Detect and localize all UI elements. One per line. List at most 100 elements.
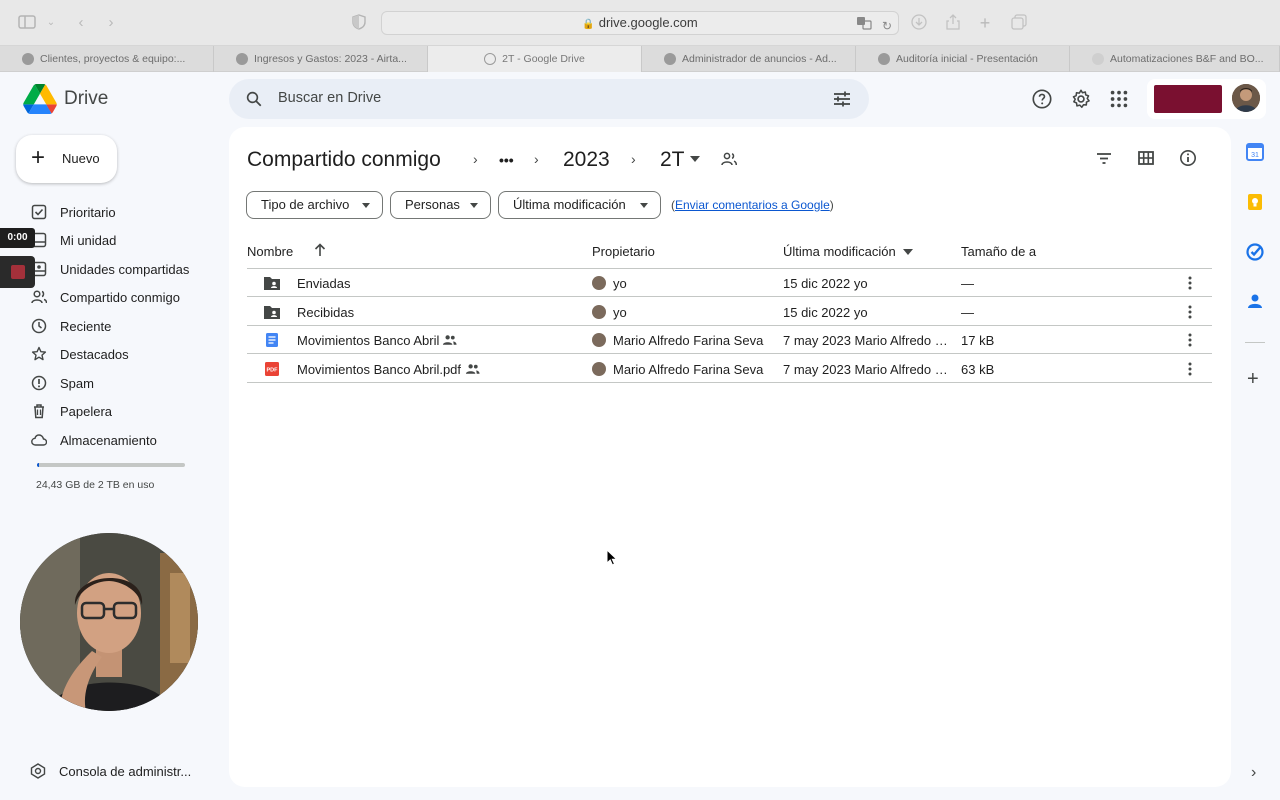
sidebar-item-my-drive[interactable]: Mi unidad <box>20 227 220 255</box>
search-bar[interactable]: Buscar en Drive <box>229 79 869 119</box>
column-header-modified[interactable]: Última modificación <box>783 244 896 259</box>
sidebar-item-shared-drives[interactable]: Unidades compartidas <box>20 256 220 284</box>
mouse-cursor-icon <box>606 549 618 566</box>
settings-gear-icon[interactable] <box>1070 88 1092 110</box>
sort-ascending-arrow-icon[interactable] <box>314 243 326 257</box>
search-options-icon[interactable] <box>833 91 851 107</box>
recording-stop-button[interactable] <box>0 256 35 288</box>
tab-title: Auditoría inicial - Presentación <box>896 53 1038 65</box>
grid-view-icon[interactable] <box>1137 149 1155 167</box>
table-row[interactable]: Enviadas yo 15 dic 2022 yo — <box>247 269 1212 297</box>
reload-icon[interactable]: ↻ <box>882 15 892 37</box>
column-header-owner[interactable]: Propietario <box>592 244 655 259</box>
cloud-icon <box>31 434 47 446</box>
file-name: Movimientos Banco Abril <box>297 333 440 348</box>
modified-filter[interactable]: Última modificación <box>498 191 661 219</box>
breadcrumb-current[interactable]: 2T <box>660 147 685 173</box>
more-actions-icon[interactable] <box>1184 361 1196 377</box>
owner-avatar <box>592 333 606 347</box>
share-icon[interactable] <box>944 14 962 32</box>
sidebar-item-spam[interactable]: Spam <box>20 370 220 398</box>
translate-icon[interactable] <box>856 15 872 37</box>
tab-overview-icon[interactable] <box>1010 14 1028 32</box>
sidebar-item-shared-with-me[interactable]: Compartido conmigo <box>20 284 220 312</box>
file-name: Enviadas <box>297 276 351 291</box>
browser-tab[interactable]: Administrador de anuncios - Ad... <box>642 46 856 72</box>
more-actions-icon[interactable] <box>1184 304 1196 320</box>
more-actions-icon[interactable] <box>1184 332 1196 348</box>
apps-grid-icon[interactable] <box>1108 88 1130 110</box>
filter-label: Última modificación <box>513 197 626 212</box>
table-row[interactable]: Movimientos Banco Abril Mario Alfredo Fa… <box>247 326 1212 354</box>
caret-down-icon <box>470 203 478 208</box>
contacts-icon[interactable] <box>1245 291 1265 311</box>
file-modified: 15 dic 2022 yo <box>783 305 868 320</box>
download-icon[interactable] <box>910 14 928 32</box>
column-header-size[interactable]: Tamaño de a <box>961 244 1036 259</box>
breadcrumb-more[interactable]: ••• <box>499 147 514 173</box>
airtable-icon <box>22 53 34 65</box>
help-icon[interactable] <box>1031 88 1053 110</box>
file-modified: 7 may 2023 Mario Alfredo F... <box>783 333 948 348</box>
new-button-label: Nuevo <box>62 151 100 166</box>
table-row[interactable]: Recibidas yo 15 dic 2022 yo — <box>247 298 1212 326</box>
owner-avatar <box>592 276 606 290</box>
lock-icon: 🔒 <box>582 19 595 30</box>
star-icon <box>31 346 47 361</box>
chevron-down-icon[interactable]: ⌄ <box>42 14 60 32</box>
back-icon[interactable]: ‹ <box>72 14 90 32</box>
search-icon[interactable] <box>245 90 263 108</box>
sidebar-item-priority[interactable]: Prioritario <box>20 199 220 227</box>
hide-side-panel-chevron-icon[interactable]: › <box>1251 764 1256 782</box>
sidebar-item-storage[interactable]: Almacenamiento <box>20 427 220 455</box>
svg-text:PDF: PDF <box>267 368 279 374</box>
tab-title: Ingresos y Gastos: 2023 - Airta... <box>254 53 407 65</box>
keep-icon[interactable] <box>1245 192 1265 212</box>
column-header-name[interactable]: Nombre <box>247 244 293 259</box>
get-addons-plus-icon[interactable]: + <box>1247 368 1259 391</box>
browser-tab[interactable]: Clientes, proyectos & equipo:... <box>0 46 214 72</box>
file-type-filter[interactable]: Tipo de archivo <box>246 191 383 219</box>
url-bar[interactable]: 🔒 drive.google.com ↻ <box>381 11 899 35</box>
new-tab-icon[interactable]: + <box>976 14 994 32</box>
browser-tab[interactable]: Ingresos y Gastos: 2023 - Airta... <box>214 46 428 72</box>
app-name[interactable]: Drive <box>64 88 108 110</box>
admin-console-link[interactable]: Consola de administr... <box>30 760 210 782</box>
folder-menu-caret-icon[interactable] <box>690 156 700 162</box>
shield-icon[interactable] <box>350 14 368 32</box>
sort-caret-down-icon[interactable] <box>903 249 913 255</box>
search-input[interactable]: Buscar en Drive <box>278 90 381 106</box>
browser-tab[interactable]: Auditoría inicial - Presentación <box>856 46 1070 72</box>
browser-tab-active[interactable]: 2T - Google Drive <box>428 46 642 72</box>
new-button[interactable]: + Nuevo <box>16 135 117 183</box>
tasks-icon[interactable] <box>1245 242 1265 262</box>
sidebar-item-starred[interactable]: Destacados <box>20 341 220 369</box>
more-actions-icon[interactable] <box>1184 275 1196 291</box>
breadcrumb-root[interactable]: Compartido conmigo <box>247 147 441 173</box>
file-owner: yo <box>613 305 627 320</box>
sidebar-toggle-icon[interactable] <box>18 14 36 32</box>
file-name: Movimientos Banco Abril.pdf <box>297 362 462 377</box>
spam-icon <box>31 375 47 391</box>
user-avatar[interactable] <box>1232 84 1260 112</box>
people-filter[interactable]: Personas <box>390 191 491 219</box>
forward-icon[interactable]: › <box>102 14 120 32</box>
info-icon[interactable] <box>1179 149 1197 167</box>
google-drive-logo[interactable] <box>23 84 57 114</box>
account-switcher[interactable] <box>1147 79 1266 119</box>
browser-tab[interactable]: Automatizaciones B&F and BO... <box>1070 46 1280 72</box>
breadcrumb-folder[interactable]: 2023 <box>563 147 610 173</box>
file-size: 63 kB <box>961 362 995 377</box>
sidebar-item-recent[interactable]: Reciente <box>20 313 220 341</box>
sidebar-item-label: Unidades compartidas <box>60 262 190 277</box>
filter-icon[interactable] <box>1095 149 1113 167</box>
send-feedback-link[interactable]: Enviar comentarios a Google <box>675 198 830 212</box>
sidebar-item-label: Reciente <box>60 319 112 334</box>
browser-toolbar: ⌄ ‹ › 🔒 drive.google.com ↻ + <box>0 0 1280 46</box>
plus-icon: + <box>31 144 46 171</box>
sidebar-item-trash[interactable]: Papelera <box>20 398 220 426</box>
shared-folder-people-icon[interactable] <box>721 152 737 166</box>
calendar-icon[interactable]: 31 <box>1245 142 1265 162</box>
table-row[interactable]: PDF Movimientos Banco Abril.pdf Mario Al… <box>247 355 1212 383</box>
shared-people-icon <box>442 335 457 345</box>
